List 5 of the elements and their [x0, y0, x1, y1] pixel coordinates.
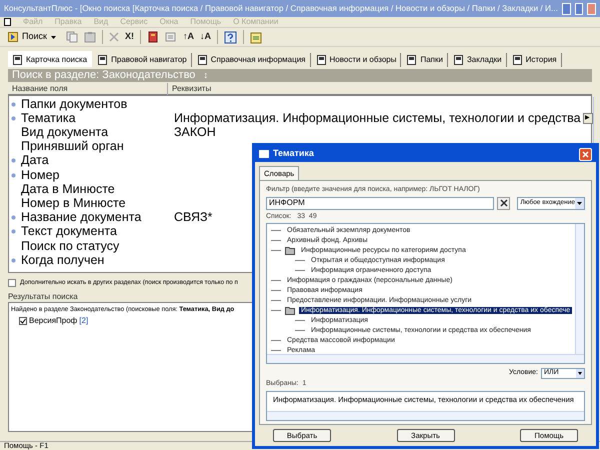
section-title: Поиск в разделе: Законодательство — [12, 68, 196, 84]
results-label: Результаты поиска — [8, 291, 78, 302]
dialog-title: Тематика — [273, 147, 315, 160]
column-header: Реквизиты — [171, 83, 212, 95]
window-title: КонсультантПлюс - [Окно поиска [Карточка поиска / Правовой навигатор / Справочная информация / Новости и обзоры / Папки / Закладки / И... — [4, 2, 558, 15]
